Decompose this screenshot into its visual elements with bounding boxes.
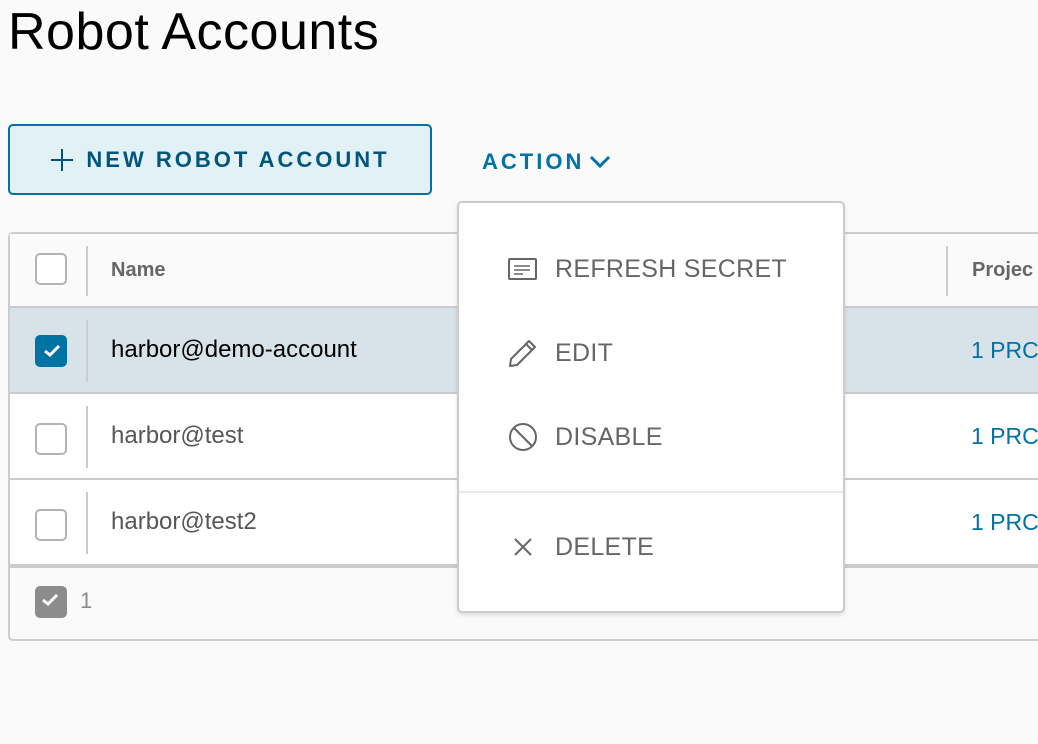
chevron-down-icon: [588, 154, 612, 170]
column-separator: [86, 320, 88, 382]
page-title: Robot Accounts: [8, 3, 380, 61]
menu-divider: [459, 491, 843, 493]
menu-item-disable[interactable]: DISABLE: [459, 407, 843, 467]
selected-count-checkbox: [35, 586, 67, 618]
menu-item-label: EDIT: [555, 338, 614, 367]
robot-name: harbor@demo-account: [111, 336, 357, 363]
plus-icon: [50, 148, 74, 172]
action-label: ACTION: [482, 149, 585, 174]
checkmark-icon: [44, 344, 61, 358]
selected-count: 1: [80, 588, 93, 613]
menu-item-edit[interactable]: EDIT: [459, 323, 843, 383]
row-checkbox[interactable]: [35, 509, 67, 541]
new-robot-account-button[interactable]: NEW ROBOT ACCOUNT: [8, 124, 432, 195]
column-separator: [86, 492, 88, 554]
project-link[interactable]: 1 PRC: [971, 509, 1038, 536]
column-header-project[interactable]: Projec: [972, 259, 1033, 282]
refresh-secret-icon: [507, 253, 539, 285]
action-dropdown-menu: REFRESH SECRET EDIT DISABLE DELETE: [457, 201, 845, 613]
disable-icon: [507, 421, 539, 453]
select-all-checkbox[interactable]: [35, 253, 67, 285]
column-separator: [86, 406, 88, 468]
checkmark-icon: [42, 593, 59, 607]
action-dropdown-button[interactable]: ACTION: [482, 140, 612, 184]
column-separator: [86, 246, 88, 296]
new-robot-account-label: NEW ROBOT ACCOUNT: [86, 146, 390, 172]
column-separator: [946, 246, 948, 296]
close-icon: [507, 531, 539, 563]
menu-item-delete[interactable]: DELETE: [459, 517, 843, 577]
pencil-icon: [507, 337, 539, 369]
robot-name: harbor@test2: [111, 508, 257, 535]
row-checkbox[interactable]: [35, 335, 67, 367]
menu-item-label: REFRESH SECRET: [555, 254, 788, 283]
project-link[interactable]: 1 PRC: [971, 337, 1038, 364]
menu-item-label: DISABLE: [555, 422, 663, 451]
menu-item-refresh-secret[interactable]: REFRESH SECRET: [459, 239, 843, 299]
menu-item-label: DELETE: [555, 532, 655, 561]
row-checkbox[interactable]: [35, 423, 67, 455]
column-header-name[interactable]: Name: [111, 259, 165, 282]
project-link[interactable]: 1 PRC: [971, 423, 1038, 450]
robot-name: harbor@test: [111, 422, 244, 449]
